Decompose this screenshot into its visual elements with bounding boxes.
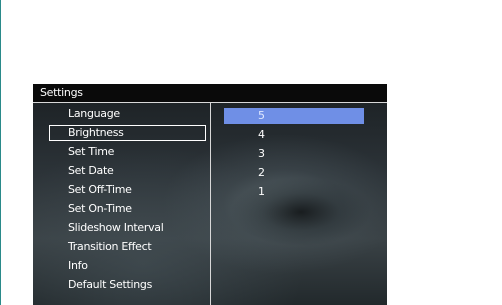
menu-item-set-date[interactable]: Set Date bbox=[68, 163, 114, 179]
menu-item-transition-effect[interactable]: Transition Effect bbox=[68, 239, 152, 255]
menu-item-info[interactable]: Info bbox=[68, 258, 88, 274]
brightness-option-4[interactable]: 4 bbox=[224, 127, 364, 143]
menu-item-slideshow-interval[interactable]: Slideshow Interval bbox=[68, 220, 164, 236]
brightness-option-1[interactable]: 1 bbox=[224, 184, 364, 200]
brightness-option-3[interactable]: 3 bbox=[224, 146, 364, 162]
menu-item-brightness[interactable]: Brightness bbox=[49, 125, 206, 141]
brightness-option-5[interactable]: 5 bbox=[224, 108, 364, 124]
menu-item-set-on-time[interactable]: Set On-Time bbox=[68, 201, 132, 217]
menu-item-set-off-time[interactable]: Set Off-Time bbox=[68, 182, 132, 198]
left-border-line bbox=[0, 0, 1, 305]
column-divider bbox=[210, 103, 211, 305]
window-title: Settings bbox=[40, 86, 83, 99]
brightness-option-2[interactable]: 2 bbox=[224, 165, 364, 181]
menu-item-set-time[interactable]: Set Time bbox=[68, 144, 114, 160]
page: Settings Language Brightness Set Time Se… bbox=[0, 0, 502, 305]
settings-screen: Settings Language Brightness Set Time Se… bbox=[33, 84, 387, 305]
menu-item-language[interactable]: Language bbox=[68, 106, 120, 122]
title-bar: Settings bbox=[33, 84, 387, 102]
menu-item-default-settings[interactable]: Default Settings bbox=[68, 277, 152, 293]
